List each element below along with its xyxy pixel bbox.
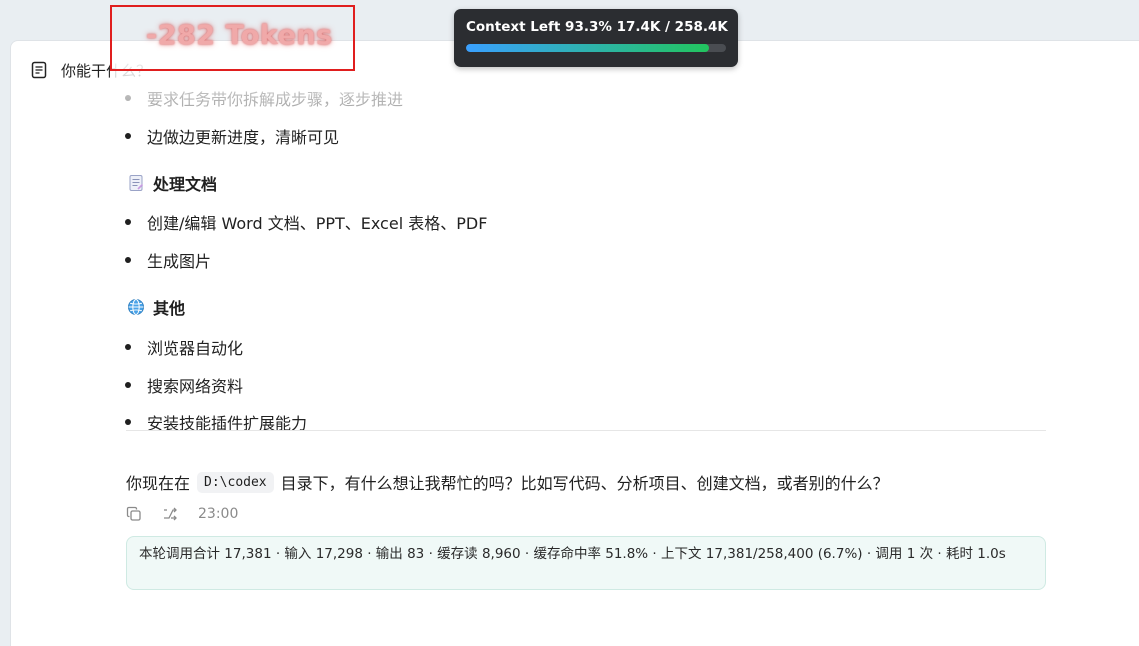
- list-item: 搜索网络资料: [125, 373, 243, 397]
- section-heading-text: 其他: [153, 299, 186, 318]
- message-divider: [126, 430, 1046, 431]
- document-icon: [31, 61, 47, 79]
- reply-prefix: 你现在在: [126, 474, 191, 493]
- copy-icon[interactable]: [126, 506, 142, 522]
- reply-suffix: 目录下，有什么想让我帮忙的吗？比如写代码、分析项目、创建文档，或者别的什么？: [280, 474, 889, 493]
- context-progress-fill: [466, 44, 709, 52]
- section-heading-other: 其他: [127, 295, 185, 319]
- bullet-dot: [125, 219, 131, 225]
- list-item-text: 浏览器自动化: [147, 339, 244, 358]
- memo-icon: [129, 175, 144, 191]
- bullet-dot: [125, 95, 131, 101]
- bullet-dot: [125, 419, 131, 425]
- branch-icon[interactable]: [162, 506, 178, 522]
- context-left-tooltip: Context Left 93.3% 17.4K / 258.4K: [454, 9, 738, 67]
- list-item-text: 生成图片: [147, 252, 212, 271]
- list-item-text: 要求任务带你拆解成步骤，逐步推进: [147, 90, 404, 109]
- section-heading-text: 处理文档: [153, 175, 218, 194]
- bullet-dot: [125, 133, 131, 139]
- message-timestamp: 23:00: [198, 506, 239, 522]
- list-item-text: 边做边更新进度，清晰可见: [147, 128, 340, 147]
- usage-stats-box: 本轮调用合计 17,381 · 输入 17,298 · 输出 83 · 缓存读 …: [126, 536, 1046, 590]
- context-left-text: Context Left 93.3% 17.4K / 258.4K: [466, 19, 728, 35]
- bullet-dot: [125, 344, 131, 350]
- globe-icon: [128, 299, 144, 315]
- bullet-dot: [125, 382, 131, 388]
- usage-stats-text: 本轮调用合计 17,381 · 输入 17,298 · 输出 83 · 缓存读 …: [139, 546, 1006, 562]
- section-heading-docs: 处理文档: [127, 171, 217, 195]
- bullet-dot: [125, 257, 131, 263]
- assistant-reply: 你现在在 D:\codex 目录下，有什么想让我帮忙的吗？比如写代码、分析项目、…: [126, 470, 889, 494]
- inline-code-path: D:\codex: [197, 471, 274, 493]
- list-item: 要求任务带你拆解成步骤，逐步推进: [125, 86, 403, 110]
- list-item-text: 搜索网络资料: [147, 377, 244, 396]
- token-delta-label: -282 Tokens: [146, 20, 333, 51]
- list-item-text: 创建/编辑 Word 文档、PPT、Excel 表格、PDF: [147, 214, 488, 233]
- list-item: 边做边更新进度，清晰可见: [125, 124, 339, 148]
- message-actions: 23:00: [126, 506, 238, 522]
- list-item: 生成图片: [125, 248, 211, 272]
- list-item: 浏览器自动化: [125, 335, 243, 359]
- context-progress-bar: [466, 44, 726, 52]
- list-item: 创建/编辑 Word 文档、PPT、Excel 表格、PDF: [125, 210, 487, 234]
